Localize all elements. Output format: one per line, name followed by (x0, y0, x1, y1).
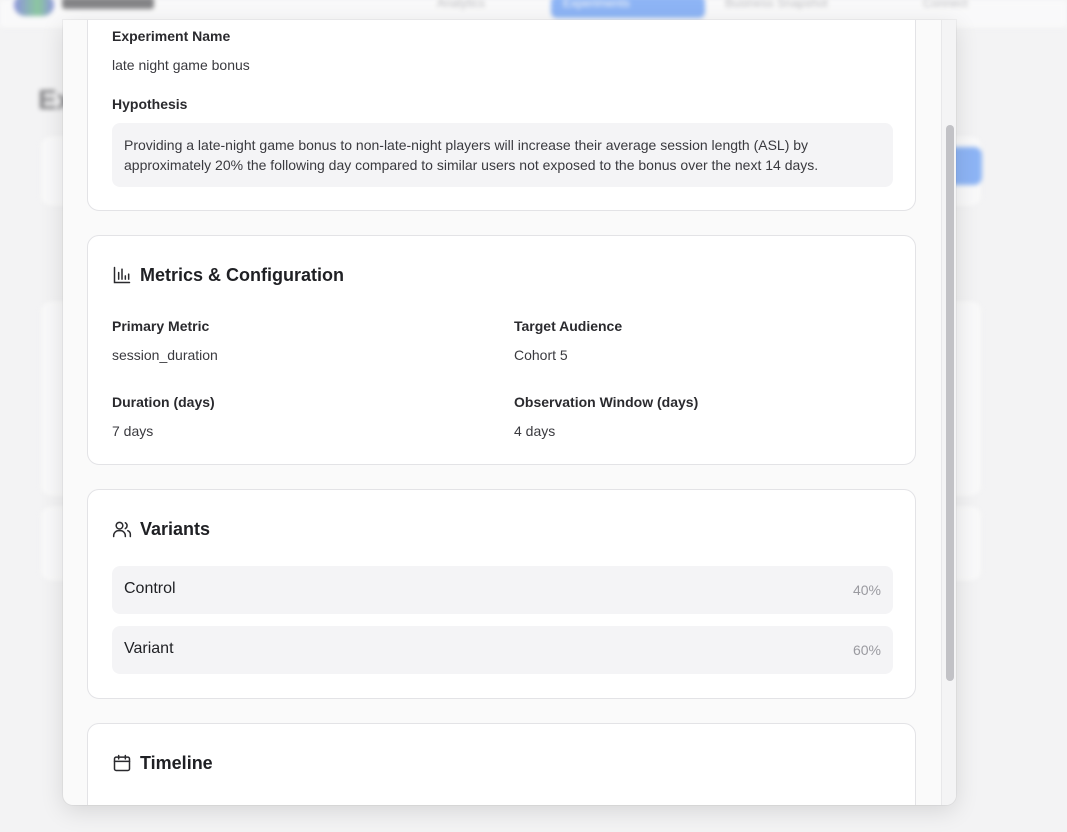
target-audience-value: Cohort 5 (514, 347, 568, 363)
metrics-config-card: Metrics & Configuration Primary Metric s… (87, 235, 916, 465)
target-audience-label: Target Audience (514, 318, 623, 334)
brand-name (62, 0, 154, 9)
observation-window-label: Observation Window (days) (514, 394, 699, 410)
experiment-details-modal: Experiment Name late night game bonus Hy… (63, 20, 956, 805)
timeline-section-title: Timeline (140, 752, 213, 773)
app-logo (14, 0, 54, 16)
users-icon (112, 521, 132, 538)
bar-chart-icon (113, 266, 131, 284)
variants-section-title: Variants (140, 518, 211, 539)
hypothesis-text-line-1: Providing a late-night game bonus to non… (124, 137, 809, 153)
primary-metric-label: Primary Metric (112, 318, 210, 334)
modal-scrollbar-track[interactable] (941, 20, 956, 805)
variant-row-control: Control 40% (112, 566, 893, 614)
observation-window-value: 4 days (514, 423, 556, 439)
primary-metric-value: session_duration (112, 347, 218, 363)
hypothesis-text-line-2: approximately 20% the following day comp… (124, 157, 819, 173)
variant-allocation: 40% (852, 582, 881, 598)
duration-label: Duration (days) (112, 394, 215, 410)
timeline-section-header: Timeline (112, 752, 213, 774)
timeline-card: Timeline (87, 723, 916, 805)
nav-connect[interactable]: Connect (911, 0, 1025, 18)
variants-section-header: Variants (112, 518, 210, 540)
variants-card: Variants Control 40% Variant 60% (87, 489, 916, 699)
hypothesis-label: Hypothesis (112, 96, 188, 112)
variant-name: Control (124, 580, 176, 597)
hypothesis-box: Providing a late-night game bonus to non… (112, 123, 893, 187)
modal-scroll-area[interactable]: Experiment Name late night game bonus Hy… (63, 20, 941, 805)
nav-analytics[interactable]: Analytics (425, 0, 539, 18)
modal-scrollbar-thumb[interactable] (946, 125, 954, 681)
basic-info-card: Experiment Name late night game bonus Hy… (87, 20, 916, 211)
experiment-name-label: Experiment Name (112, 28, 231, 44)
variant-name: Variant (124, 640, 174, 657)
duration-value: 7 days (112, 423, 154, 439)
nav-experiments[interactable]: Experiments (551, 0, 705, 18)
nav-business-snapshot[interactable]: Business Snapshot (713, 0, 897, 18)
experiment-name-value: late night game bonus (112, 57, 250, 73)
variant-allocation: 60% (852, 642, 881, 658)
variant-row-variant: Variant 60% (112, 626, 893, 674)
calendar-icon (113, 754, 131, 772)
metrics-section-title: Metrics & Configuration (140, 264, 345, 285)
metrics-section-header: Metrics & Configuration (112, 264, 344, 286)
